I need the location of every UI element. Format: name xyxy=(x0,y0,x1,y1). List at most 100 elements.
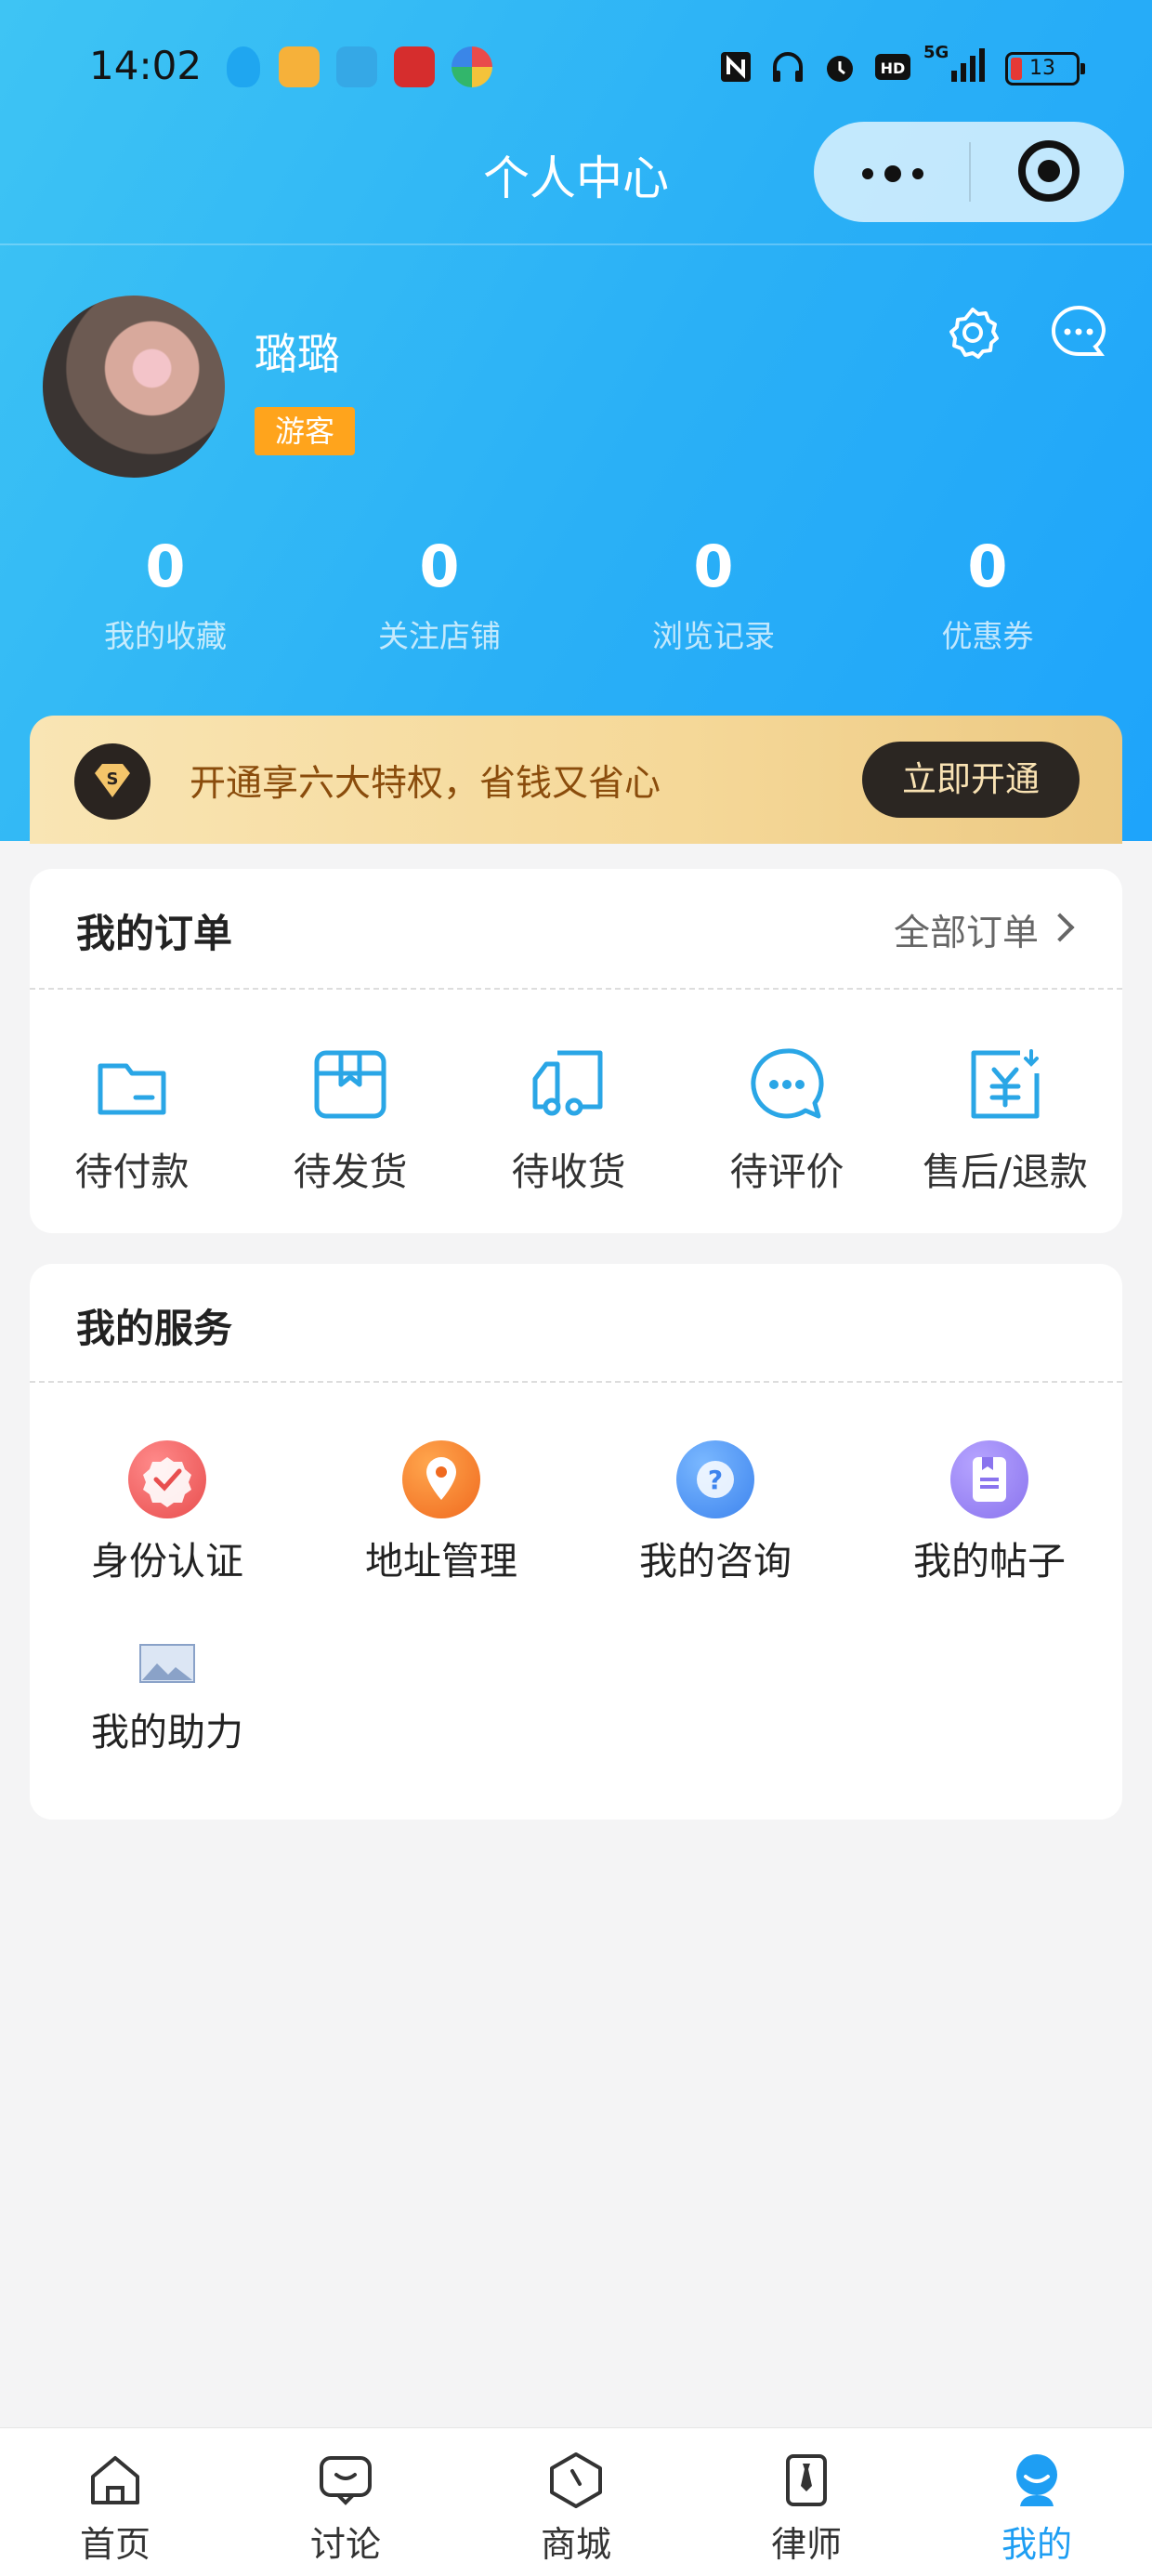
tab-label: 讨论 xyxy=(309,2524,381,2565)
stat-history[interactable]: 0 浏览记录 xyxy=(576,530,851,656)
stat-label: 浏览记录 xyxy=(652,618,775,654)
nav-divider xyxy=(0,243,1152,245)
service-address-management[interactable]: 地址管理 xyxy=(304,1440,579,1585)
diamond-icon: S xyxy=(74,743,151,820)
order-label: 待评价 xyxy=(729,1150,844,1194)
svg-text:S: S xyxy=(107,769,119,789)
location-icon xyxy=(402,1440,480,1518)
service-my-consultations[interactable]: ? 我的咨询 xyxy=(578,1440,853,1585)
tab-label: 我的 xyxy=(1001,2524,1072,2565)
tab-home[interactable]: 首页 xyxy=(0,2451,230,2567)
hd-icon: HD xyxy=(875,54,910,80)
tab-label: 首页 xyxy=(79,2524,151,2565)
order-after-sales[interactable]: 售后/退款 xyxy=(903,1045,1107,1196)
order-label: 待付款 xyxy=(74,1150,190,1194)
chat-icon xyxy=(320,2456,372,2505)
tab-label: 商城 xyxy=(540,2524,611,2565)
services-divider xyxy=(30,1381,1122,1383)
lawyer-icon xyxy=(786,2454,827,2506)
comment-icon xyxy=(751,1048,824,1119)
app-icon xyxy=(394,46,435,87)
all-orders-link[interactable]: 全部订单 xyxy=(894,904,1039,956)
image-icon xyxy=(138,1643,196,1689)
order-pending-receipt[interactable]: 待收货 xyxy=(466,1045,671,1196)
vip-banner[interactable]: S 开通享六大特权，省钱又省心 立即开通 xyxy=(30,716,1122,844)
refund-icon xyxy=(971,1049,1040,1119)
mini-program-capsule xyxy=(814,122,1124,222)
stat-value: 0 xyxy=(693,532,734,600)
qq-icon xyxy=(227,46,260,87)
service-my-posts[interactable]: 我的帖子 xyxy=(852,1440,1127,1585)
orders-divider xyxy=(30,988,1122,990)
settings-icon[interactable] xyxy=(942,302,1003,363)
stat-coupons[interactable]: 0 优惠券 xyxy=(850,530,1125,656)
stat-value: 0 xyxy=(967,532,1008,600)
verify-icon xyxy=(128,1440,206,1518)
services-title: 我的服务 xyxy=(76,1306,233,1351)
stat-value: 0 xyxy=(145,532,186,600)
svg-text:HD: HD xyxy=(881,59,906,77)
alarm-icon xyxy=(827,56,853,82)
order-pending-payment[interactable]: 待付款 xyxy=(30,1045,234,1196)
stat-value: 0 xyxy=(419,532,460,600)
wallet-icon xyxy=(98,1063,166,1115)
question-icon: ? xyxy=(676,1440,754,1518)
order-label: 待发货 xyxy=(293,1150,408,1194)
orders-card: 我的订单 全部订单 待付款 待发货 待收货 待评价 售后/退款 xyxy=(30,869,1122,1233)
battery-icon: 13 xyxy=(1005,52,1085,85)
message-icon[interactable] xyxy=(1048,302,1109,363)
chevron-right-icon xyxy=(1045,913,1075,942)
battery-level: 13 xyxy=(1029,57,1055,80)
capsule-divider xyxy=(969,142,971,202)
signal-icon: 5G xyxy=(923,43,988,85)
service-label: 地址管理 xyxy=(365,1539,517,1584)
stat-favorites[interactable]: 0 我的收藏 xyxy=(28,530,303,656)
order-pending-shipment[interactable]: 待发货 xyxy=(248,1045,452,1196)
tab-mall[interactable]: 商城 xyxy=(461,2451,691,2567)
home-icon xyxy=(91,2456,139,2504)
service-my-assistance[interactable]: 我的助力 xyxy=(30,1643,305,1756)
service-identity-verification[interactable]: 身份认证 xyxy=(30,1440,305,1585)
post-icon xyxy=(950,1440,1028,1518)
service-label: 我的帖子 xyxy=(913,1539,1066,1584)
stat-label: 关注店铺 xyxy=(378,618,501,654)
box-icon xyxy=(314,1050,386,1119)
avatar[interactable] xyxy=(43,296,225,478)
service-label: 我的助力 xyxy=(91,1710,243,1755)
vip-activate-button[interactable]: 立即开通 xyxy=(862,742,1080,818)
orders-title: 我的订单 xyxy=(76,911,233,956)
service-label: 身份认证 xyxy=(91,1539,243,1584)
telegram-icon xyxy=(336,46,377,87)
truck-icon xyxy=(532,1050,603,1116)
more-icon[interactable] xyxy=(847,142,940,202)
role-badge: 游客 xyxy=(255,407,356,455)
stat-label: 我的收藏 xyxy=(104,618,227,654)
tab-mine[interactable]: 我的 xyxy=(922,2451,1152,2567)
headphones-icon xyxy=(773,52,803,82)
username: 璐璐 xyxy=(255,329,340,379)
colorful-app-icon xyxy=(452,46,492,87)
close-icon[interactable] xyxy=(1018,140,1080,202)
svg-text:?: ? xyxy=(708,1465,723,1495)
user-icon xyxy=(1016,2454,1057,2506)
service-label: 我的咨询 xyxy=(639,1539,792,1584)
status-bar: 14:02 HD 5G 13 xyxy=(0,0,1152,139)
services-card: 我的服务 身份认证 地址管理 ? 我的咨询 我的帖子 我的助力 xyxy=(30,1264,1122,1820)
nfc-icon xyxy=(721,52,751,82)
all-orders-label: 全部订单 xyxy=(893,913,1039,954)
order-label: 待收货 xyxy=(511,1150,626,1194)
order-label: 售后/退款 xyxy=(923,1150,1088,1194)
mall-icon xyxy=(550,2452,602,2508)
tab-label: 律师 xyxy=(770,2524,842,2565)
vip-text: 开通享六大特权，省钱又省心 xyxy=(190,763,661,805)
bottom-tab-bar: 首页 讨论 商城 律师 我的 xyxy=(0,2427,1152,2576)
tab-discussion[interactable]: 讨论 xyxy=(230,2451,461,2567)
weibo-icon xyxy=(279,46,320,87)
tab-lawyer[interactable]: 律师 xyxy=(691,2451,922,2567)
stats-row: 0 我的收藏 0 关注店铺 0 浏览记录 0 优惠券 xyxy=(0,530,1152,669)
stat-followed-shops[interactable]: 0 关注店铺 xyxy=(302,530,577,656)
order-pending-review[interactable]: 待评价 xyxy=(685,1045,889,1196)
network-label: 5G xyxy=(923,43,949,62)
status-time: 14:02 xyxy=(89,43,203,88)
stat-label: 优惠券 xyxy=(941,618,1034,654)
